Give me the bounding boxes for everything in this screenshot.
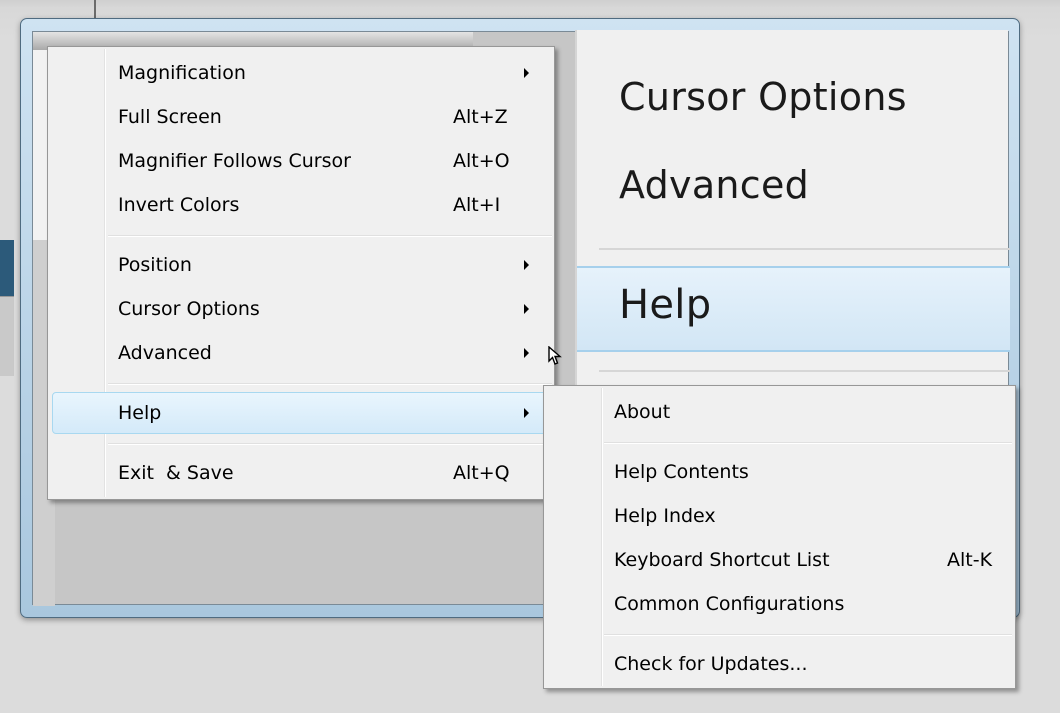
menu-item-label: Check for Updates...	[614, 653, 808, 675]
menu-item-shortcut: Alt+O	[453, 150, 510, 172]
menu-item-shortcut: Alt+Z	[453, 106, 508, 128]
menu-item-label: Magnifier Follows Cursor	[118, 150, 351, 172]
menu-gutter-divider	[601, 388, 603, 686]
menu-separator	[108, 383, 552, 385]
menu-item-label: Help Contents	[614, 461, 749, 483]
menu-item-magnifier-follows-cursor[interactable]: Magnifier Follows Cursor Alt+O	[51, 141, 551, 181]
menu-item-label: Keyboard Shortcut List	[614, 549, 830, 571]
menu-item-invert-colors[interactable]: Invert Colors Alt+I	[51, 185, 551, 225]
magnifier-context-menu: Magnification Full Screen Alt+Z Magnifie…	[47, 46, 555, 500]
menu-item-help-contents[interactable]: Help Contents	[547, 452, 1012, 492]
menu-item-label: Invert Colors	[118, 194, 240, 216]
magnified-cursor-options-label: Cursor Options	[619, 75, 907, 119]
menu-item-shortcut: Alt+I	[453, 194, 501, 216]
menu-separator	[108, 443, 552, 445]
menu-item-label: Help Index	[614, 505, 716, 527]
background-window-edge	[0, 240, 14, 296]
menu-item-shortcut: Alt+Q	[453, 462, 510, 484]
menu-item-cursor-options[interactable]: Cursor Options	[51, 289, 551, 329]
menu-item-label: Advanced	[118, 342, 212, 364]
background-window-edge-lower	[0, 296, 14, 376]
menu-item-keyboard-shortcut-list[interactable]: Keyboard Shortcut List Alt-K	[547, 540, 1012, 580]
mouse-cursor-icon	[548, 346, 562, 365]
help-submenu: About Help Contents Help Index Keyboard …	[543, 385, 1016, 689]
menu-item-full-screen[interactable]: Full Screen Alt+Z	[51, 97, 551, 137]
menu-item-check-for-updates[interactable]: Check for Updates...	[547, 644, 1012, 684]
menu-item-label: Common Configurations	[614, 593, 845, 615]
menu-item-label: Full Screen	[118, 106, 222, 128]
menu-item-advanced[interactable]: Advanced	[51, 333, 551, 373]
menu-item-label: Cursor Options	[118, 298, 260, 320]
submenu-arrow-icon	[524, 68, 529, 78]
submenu-arrow-icon	[524, 408, 529, 418]
magnified-separator	[599, 248, 1010, 250]
menu-item-common-configurations[interactable]: Common Configurations	[547, 584, 1012, 624]
magnified-view: Cursor Options Advanced Help	[575, 30, 1010, 385]
menu-item-help[interactable]: Help	[51, 393, 551, 433]
menu-item-label: Exit & Save	[118, 462, 234, 484]
magnified-help-label: Help	[619, 282, 712, 328]
menu-item-label: Position	[118, 254, 192, 276]
menu-item-magnification[interactable]: Magnification	[51, 53, 551, 93]
menu-item-about[interactable]: About	[547, 392, 1012, 432]
menu-item-label: About	[614, 401, 671, 423]
submenu-arrow-icon	[524, 348, 529, 358]
magnified-separator-lower	[599, 370, 1010, 372]
menu-item-label: Magnification	[118, 62, 246, 84]
desktop-divider	[94, 0, 96, 20]
menu-separator	[108, 235, 552, 237]
menu-item-exit-save[interactable]: Exit & Save Alt+Q	[51, 453, 551, 493]
menu-item-shortcut: Alt-K	[947, 549, 993, 571]
menu-item-position[interactable]: Position	[51, 245, 551, 285]
menu-item-label: Help	[118, 402, 162, 424]
menu-separator	[604, 634, 1012, 636]
menu-item-help-index[interactable]: Help Index	[547, 496, 1012, 536]
menu-separator	[604, 442, 1012, 444]
submenu-arrow-icon	[524, 260, 529, 270]
magnified-advanced-label: Advanced	[619, 163, 810, 207]
submenu-arrow-icon	[524, 304, 529, 314]
